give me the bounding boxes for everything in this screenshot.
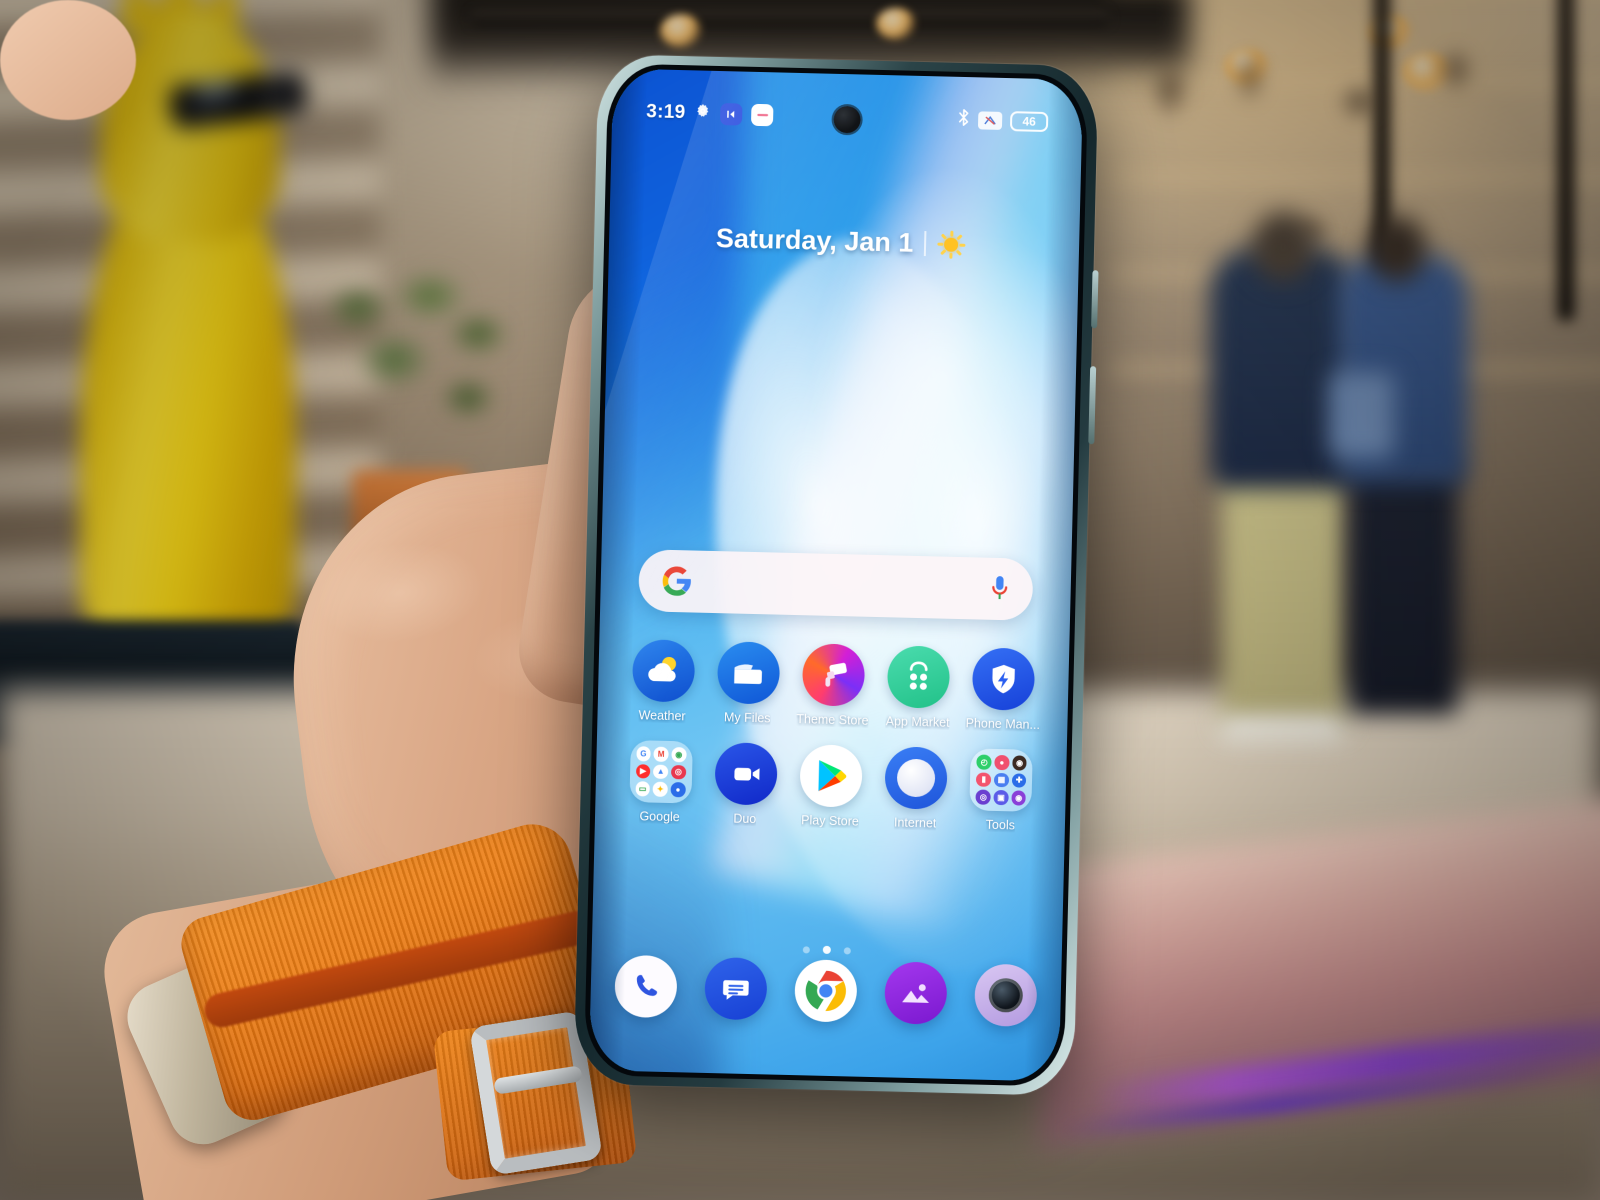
app-theme-store[interactable]: Theme Store (790, 643, 877, 728)
gear-icon (694, 102, 712, 124)
compass-mini-icon: ◉ (1012, 755, 1028, 771)
recorder-mini-icon: ● (994, 754, 1010, 770)
app-internet[interactable]: Internet (872, 746, 959, 831)
app-white-icon (751, 103, 774, 127)
app-folder-tools[interactable]: ◴ ● ◉ ▮ ▦ ✚ ◎ ▣ ◉ Tools (958, 748, 1045, 833)
app-label: Google (639, 809, 680, 825)
page-dot[interactable] (802, 945, 810, 953)
google-one-mini-icon: ✦ (652, 781, 668, 797)
weather-widget[interactable] (937, 230, 973, 259)
app-duo[interactable]: Duo (702, 742, 789, 827)
weather-icon (631, 639, 695, 703)
phone-bezel: 3:19 46 Saturday, Jan 1 Weather My Files… (583, 63, 1089, 1087)
status-bar-right: 46 (957, 108, 1049, 134)
app-label: Play Store (800, 813, 859, 829)
app-blue-icon (720, 103, 743, 126)
app-label: App Market (885, 714, 950, 730)
google-folder-icon: G M ◉ ▶ ▲ ◎ ▭ ✦ ● (628, 740, 693, 804)
dock (614, 954, 1038, 1028)
calculator-mini-icon: ▦ (993, 772, 1009, 788)
gallery-icon[interactable] (884, 961, 948, 1025)
app-label: Duo (733, 811, 757, 827)
youtube-mini-icon: ▶ (635, 763, 651, 779)
page-dot[interactable] (843, 946, 851, 954)
thumb-tip (0, 0, 136, 120)
app-grid: Weather My Files Theme Store App Market … (617, 639, 1047, 833)
app-my-files[interactable]: My Files (705, 641, 792, 726)
sun-icon (937, 230, 966, 259)
status-bar-left: 3:19 (646, 101, 774, 127)
clock-mini-icon: ◴ (976, 754, 992, 770)
messages-icon[interactable] (704, 956, 768, 1021)
app-weather[interactable]: Weather (619, 639, 706, 724)
app-label: Phone Man... (965, 716, 1041, 733)
google-search-bar[interactable] (638, 549, 1034, 621)
video-camera-icon (714, 742, 778, 806)
app-label: Tools (985, 817, 1016, 833)
date-label: Saturday, Jan 1 (715, 222, 914, 258)
battery-indicator: 46 (1009, 111, 1049, 133)
app-folder-google[interactable]: G M ◉ ▶ ▲ ◎ ▭ ✦ ● Google (617, 740, 704, 825)
google-g-icon (660, 565, 693, 598)
status-bar-clock: 3:19 (646, 101, 686, 124)
app-label: Internet (893, 815, 937, 831)
scanner-mini-icon: ▣ (993, 790, 1009, 806)
browser-mini-icon: ◉ (1011, 790, 1027, 806)
page-dot-active[interactable] (822, 945, 831, 954)
photos-mini-icon: ◎ (670, 764, 686, 780)
bluetooth-icon (957, 108, 971, 132)
gmail-mini-icon: M (653, 746, 669, 762)
phone-handset-icon[interactable] (614, 954, 678, 1019)
app-label: Weather (638, 708, 686, 724)
widget-divider (924, 231, 927, 257)
google-search-mini-icon: G (635, 746, 652, 762)
app-app-market[interactable]: App Market (875, 645, 962, 730)
camera-mini-icon: ◎ (975, 789, 991, 805)
notes-mini-icon: ▮ (976, 772, 992, 788)
shield-bolt-icon (972, 647, 1036, 711)
no-sim-icon (977, 111, 1003, 130)
browser-circle-icon (884, 746, 948, 810)
camera-icon[interactable] (974, 963, 1038, 1028)
meet-mini-icon: ▭ (635, 781, 651, 797)
app-phone-manager[interactable]: Phone Man... (960, 647, 1047, 732)
chrome-icon[interactable] (794, 959, 858, 1023)
shopping-bag-icon (886, 645, 951, 709)
phone-screen[interactable]: 3:19 46 Saturday, Jan 1 Weather My Files… (588, 68, 1084, 1082)
app-label: Theme Store (796, 712, 869, 728)
drive-mini-icon: ▲ (653, 764, 669, 780)
maps-mini-icon: ◉ (671, 747, 687, 763)
microphone-icon[interactable] (988, 574, 1011, 605)
health-mini-icon: ✚ (1011, 773, 1027, 789)
play-store-icon (799, 744, 863, 808)
app-label: My Files (723, 710, 771, 726)
paint-roller-icon (801, 643, 866, 707)
files-folder-icon (716, 641, 781, 705)
app-play-store[interactable]: Play Store (787, 744, 874, 829)
smartphone: 3:19 46 Saturday, Jan 1 Weather My Files… (573, 54, 1099, 1096)
contacts-mini-icon: ● (670, 782, 686, 798)
tools-folder-icon: ◴ ● ◉ ▮ ▦ ✚ ◎ ▣ ◉ (969, 748, 1034, 812)
